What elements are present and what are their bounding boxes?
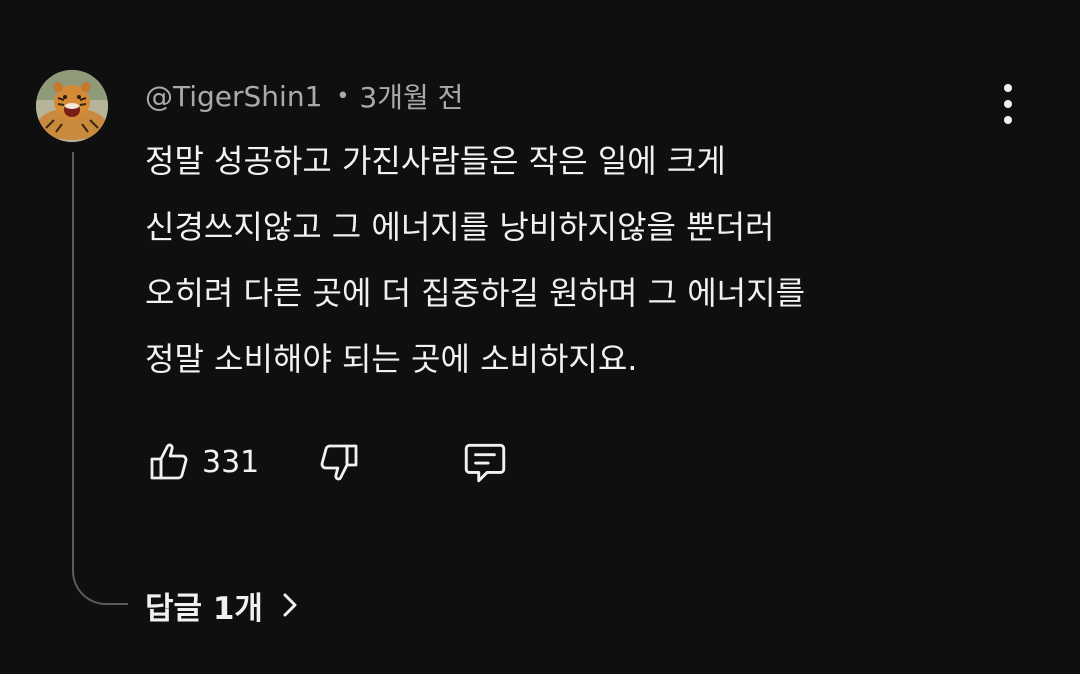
more-vertical-icon [1004,84,1012,92]
reply-button[interactable] [458,435,512,489]
chevron-right-icon [279,590,301,620]
dislike-button[interactable] [312,435,366,489]
comment-header: @TigerShin1 • 3개월 전 [145,76,463,116]
comment-time[interactable]: 3개월 전 [359,76,463,116]
author-name[interactable]: @TigerShin1 [145,80,322,113]
thumbs-down-icon [320,444,358,481]
like-button[interactable] [142,435,196,489]
comment-line: 정말 소비해야 되는 곳에 소비하지요. [145,340,638,378]
more-vertical-icon-dot [1004,116,1012,124]
comment-actions: 331 [142,434,512,490]
more-options-button[interactable] [990,84,1026,124]
comment-text: 정말 성공하고 가진사람들은 작은 일에 크게 신경쓰지않고 그 에너지를 낭비… [145,128,1045,392]
comment-line: 신경쓰지않고 그 에너지를 낭비하지않을 뿐더러 [145,208,775,246]
more-vertical-icon-dot [1004,100,1012,108]
comment-line: 정말 성공하고 가진사람들은 작은 일에 크게 [145,142,726,180]
like-count: 331 [202,444,260,480]
comment-line: 오히려 다른 곳에 더 집중하길 원하며 그 에너지를 [145,274,806,312]
thread-line [72,152,128,605]
view-replies-button[interactable]: 답글 1개 [145,582,301,628]
thumbs-up-icon [150,443,188,480]
comment-icon [464,443,506,483]
replies-label: 답글 1개 [145,590,263,627]
tiger-avatar-image [36,70,108,142]
separator-dot: • [336,83,350,109]
avatar[interactable] [36,70,108,142]
